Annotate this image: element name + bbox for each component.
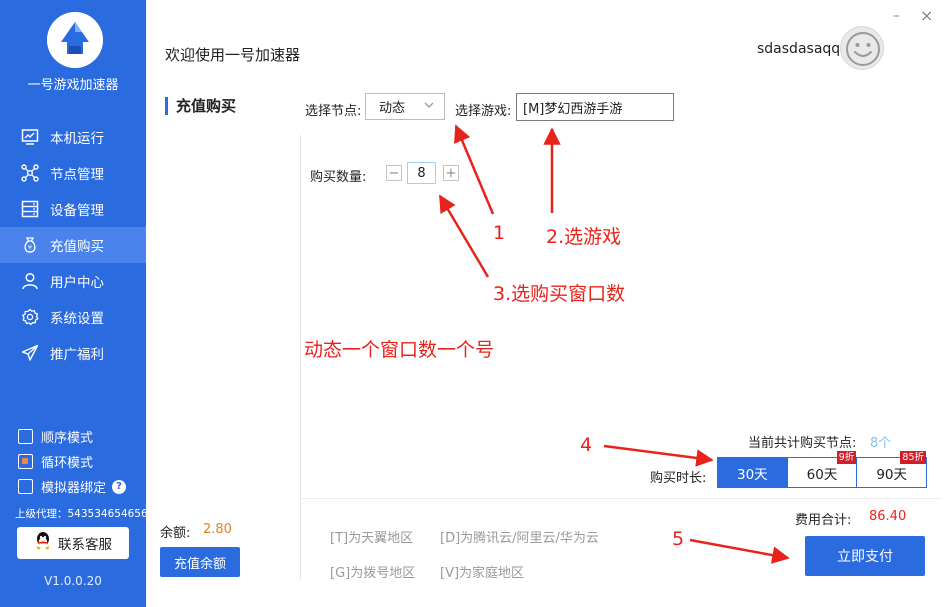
contact-support-button[interactable]: 联系客服 bbox=[17, 527, 129, 559]
node-select[interactable]: 动态 bbox=[365, 93, 445, 120]
nodes-icon bbox=[20, 163, 40, 183]
username: sdasdasaqq bbox=[757, 41, 841, 57]
sequential-mode-checkbox[interactable] bbox=[18, 429, 33, 444]
duration-30-days[interactable]: 30天 bbox=[718, 458, 787, 487]
total-cost-label: 费用合计: bbox=[795, 513, 852, 528]
loop-mode-checkbox[interactable] bbox=[18, 454, 33, 469]
mode-options: 顺序模式 循环模式 模拟器绑定 ? bbox=[18, 424, 127, 499]
quantity-decrement-button[interactable]: − bbox=[386, 165, 402, 181]
legend-v: [V]为家庭地区 bbox=[440, 566, 525, 581]
sidebar-nav: 本机运行 节点管理 设备管理 ¥ 充值购买 用户中心 系统设置 推广福利 bbox=[0, 119, 146, 371]
sidebar-item-label: 系统设置 bbox=[50, 311, 104, 327]
duration-label: 30天 bbox=[736, 466, 768, 483]
sidebar: 一号游戏加速器 本机运行 节点管理 设备管理 ¥ 充值购买 用户中心 系统设置 … bbox=[0, 0, 146, 607]
game-label: 选择游戏: bbox=[455, 104, 512, 119]
mode-emulator-binding[interactable]: 模拟器绑定 ? bbox=[18, 474, 127, 499]
mode-label: 顺序模式 bbox=[41, 431, 94, 446]
node-select-value: 动态 bbox=[379, 101, 406, 116]
legend-t: [T]为天翼地区 bbox=[330, 531, 414, 546]
qq-penguin-icon bbox=[34, 531, 52, 555]
close-button[interactable]: × bbox=[920, 6, 933, 25]
sidebar-item-label: 用户中心 bbox=[50, 275, 104, 291]
duration-label: 90天 bbox=[876, 466, 908, 483]
duration-label: 60天 bbox=[806, 466, 838, 483]
quantity-input[interactable] bbox=[407, 162, 436, 184]
total-nodes-value: 8个 bbox=[870, 436, 892, 451]
legend-g: [G]为拨号地区 bbox=[330, 566, 416, 581]
page-title: 充值购买 bbox=[165, 97, 236, 115]
help-icon[interactable]: ? bbox=[112, 479, 127, 494]
duration-90-days[interactable]: 90天 85折 bbox=[856, 451, 927, 487]
chevron-down-icon bbox=[423, 99, 435, 115]
recharge-balance-button[interactable]: 充值余额 bbox=[160, 547, 240, 577]
paper-plane-icon bbox=[20, 343, 40, 363]
annotation-note: 动态一个窗口数一个号 bbox=[304, 339, 495, 361]
annotation-3: 3.选购买窗口数 bbox=[493, 283, 626, 305]
arrow-3 bbox=[438, 194, 490, 278]
sidebar-item-system-settings[interactable]: 系统设置 bbox=[0, 299, 146, 335]
balance-label: 余额: bbox=[160, 526, 191, 541]
version-label: V1.0.0.20 bbox=[44, 574, 102, 588]
minimize-button[interactable]: – bbox=[893, 8, 900, 24]
arrow-5 bbox=[689, 538, 790, 564]
total-nodes-label: 当前共计购买节点: bbox=[748, 436, 857, 451]
annotation-5: 5 bbox=[672, 528, 685, 550]
avatar[interactable] bbox=[840, 26, 884, 70]
agent-info: 上级代理：543534654656456 bbox=[15, 508, 146, 520]
total-cost-value: 86.40 bbox=[869, 509, 907, 524]
horizontal-divider bbox=[302, 498, 942, 499]
vertical-divider bbox=[300, 135, 301, 580]
sidebar-item-label: 本机运行 bbox=[50, 131, 104, 147]
emulator-binding-checkbox[interactable] bbox=[18, 479, 33, 494]
sidebar-item-user-center[interactable]: 用户中心 bbox=[0, 263, 146, 299]
contact-support-label: 联系客服 bbox=[58, 537, 112, 553]
arrow-4 bbox=[603, 444, 714, 467]
sidebar-item-label: 推广福利 bbox=[50, 347, 104, 363]
discount-badge: 9折 bbox=[836, 451, 857, 464]
annotation-1: 1 bbox=[493, 222, 506, 244]
quantity-increment-button[interactable]: + bbox=[443, 165, 459, 181]
arrow-1 bbox=[454, 124, 495, 215]
app-logo bbox=[47, 12, 103, 68]
sidebar-item-label: 设备管理 bbox=[50, 203, 104, 219]
money-bag-icon: ¥ bbox=[20, 235, 40, 255]
quantity-label: 购买数量: bbox=[310, 170, 367, 185]
annotation-4: 4 bbox=[580, 434, 593, 456]
duration-60-days[interactable]: 60天 9折 bbox=[786, 451, 857, 487]
pay-now-button[interactable]: 立即支付 bbox=[805, 536, 925, 576]
welcome-text: 欢迎使用一号加速器 bbox=[165, 46, 301, 64]
mode-label: 模拟器绑定 bbox=[41, 481, 107, 496]
discount-badge: 85折 bbox=[900, 451, 927, 464]
mode-sequential[interactable]: 顺序模式 bbox=[18, 424, 126, 449]
sidebar-item-recharge[interactable]: ¥ 充值购买 bbox=[0, 227, 146, 263]
balance-value: 2.80 bbox=[203, 522, 232, 537]
game-input[interactable] bbox=[516, 93, 674, 121]
gear-icon bbox=[20, 307, 40, 327]
monitor-chart-icon bbox=[20, 127, 40, 147]
svg-text:¥: ¥ bbox=[28, 243, 32, 251]
sidebar-item-node-management[interactable]: 节点管理 bbox=[0, 155, 146, 191]
sidebar-item-device-management[interactable]: 设备管理 bbox=[0, 191, 146, 227]
user-icon bbox=[20, 271, 40, 291]
sidebar-item-promotion[interactable]: 推广福利 bbox=[0, 335, 146, 371]
sidebar-item-label: 充值购买 bbox=[50, 239, 104, 255]
duration-label: 购买时长: bbox=[650, 471, 707, 486]
duration-options: 30天 60天 9折 90天 85折 bbox=[717, 451, 927, 488]
sidebar-item-local-run[interactable]: 本机运行 bbox=[0, 119, 146, 155]
sidebar-item-label: 节点管理 bbox=[50, 167, 104, 183]
server-icon bbox=[20, 199, 40, 219]
legend-d: [D]为腾讯云/阿里云/华为云 bbox=[440, 531, 599, 546]
app-name: 一号游戏加速器 bbox=[27, 78, 119, 93]
mode-label: 循环模式 bbox=[41, 456, 94, 471]
node-label: 选择节点: bbox=[305, 104, 362, 119]
annotation-2: 2.选游戏 bbox=[546, 226, 622, 248]
mode-loop[interactable]: 循环模式 bbox=[18, 449, 126, 474]
